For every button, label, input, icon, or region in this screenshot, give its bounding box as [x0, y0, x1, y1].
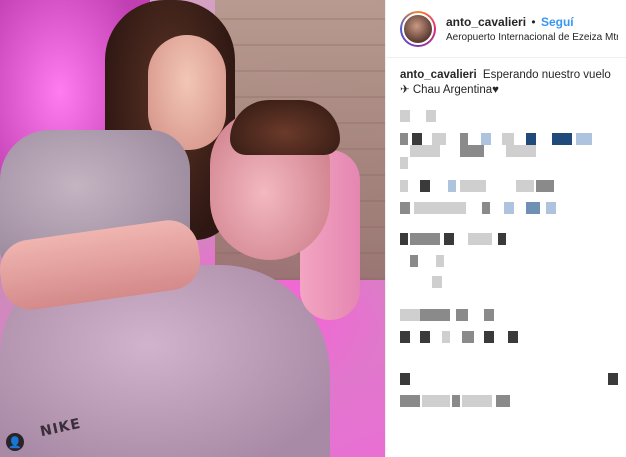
pixelated-comment	[546, 202, 556, 214]
pixelated-comment	[502, 133, 514, 145]
header-username-link[interactable]: anto_cavalieri	[446, 15, 526, 29]
pixelated-comment	[432, 133, 446, 145]
follow-button[interactable]: Seguí	[541, 15, 574, 29]
pixelated-comment	[400, 373, 410, 385]
pixelated-comment	[400, 180, 408, 192]
separator-dot: •	[531, 14, 536, 29]
post-details-panel: anto_cavalieri • Seguí Aeropuerto Intern…	[385, 0, 626, 457]
pixelated-comment	[400, 202, 410, 214]
profile-avatar[interactable]	[400, 10, 436, 47]
pixelated-comment	[482, 202, 490, 214]
post-photo[interactable]: NIKE 👤	[0, 0, 385, 457]
header-top-line: anto_cavalieri • Seguí	[446, 15, 618, 29]
pixelated-comment	[410, 145, 440, 157]
pixelated-comment	[526, 202, 540, 214]
pixelated-comment	[414, 202, 466, 214]
pixelated-comment	[452, 395, 460, 407]
pixelated-comment	[400, 331, 410, 343]
location-link[interactable]: Aeropuerto Internacional de Ezeiza Mtro …	[446, 32, 618, 43]
pixelated-comment	[412, 133, 422, 145]
pixelated-comment	[410, 255, 418, 267]
pixelated-comment	[400, 157, 408, 169]
pixelated-comment	[462, 331, 474, 343]
pixelated-comment	[468, 233, 492, 245]
pixelated-comment	[576, 133, 592, 145]
pixelated-comment	[400, 395, 420, 407]
pixelated-comment	[410, 233, 440, 245]
pixelated-comment	[526, 133, 536, 145]
pixelated-comment	[420, 331, 430, 343]
pixelated-comment	[460, 180, 486, 192]
pixelated-comment	[400, 233, 408, 245]
pixelated-comment	[552, 133, 572, 145]
user-tag-icon[interactable]: 👤	[6, 433, 24, 451]
pixelated-comment	[432, 276, 442, 288]
caption-username-link[interactable]: anto_cavalieri	[400, 69, 477, 81]
pixelated-comment	[516, 180, 534, 192]
pixelated-comment	[506, 145, 536, 157]
pixelated-comment	[426, 110, 436, 122]
post-header: anto_cavalieri • Seguí Aeropuerto Intern…	[386, 0, 626, 58]
pixelated-comment	[456, 309, 468, 321]
pixelated-comment	[608, 373, 618, 385]
avatar-image	[402, 12, 434, 45]
instagram-post: NIKE 👤 anto_cavalieri • Seguí Aeropuerto…	[0, 0, 626, 457]
pixelated-comment	[508, 331, 518, 343]
pixelated-comment	[420, 309, 450, 321]
pixelated-comment	[442, 331, 450, 343]
pixelated-comment	[400, 110, 410, 122]
pixelated-comment	[481, 133, 491, 145]
pixelated-comment	[462, 395, 492, 407]
boy-hair	[230, 100, 340, 155]
post-caption: anto_cavalieri Esperando nuestro vuelo ✈…	[386, 58, 626, 98]
pixelated-comment	[420, 180, 430, 192]
pixelated-comment	[504, 202, 514, 214]
pixelated-comment	[536, 180, 554, 192]
pixelated-comment	[498, 233, 506, 245]
header-text: anto_cavalieri • Seguí Aeropuerto Intern…	[446, 15, 618, 43]
pixelated-comment	[436, 255, 444, 267]
pixelated-comment	[496, 395, 510, 407]
pixelated-comment	[484, 309, 494, 321]
pixelated-comment	[400, 309, 420, 321]
pixelated-comment	[460, 133, 468, 145]
pixelated-comment	[400, 133, 408, 145]
pixelated-comment	[484, 331, 494, 343]
pixelated-comment	[422, 395, 450, 407]
pixelated-comment	[460, 145, 484, 157]
pixelated-comment	[444, 233, 454, 245]
pixelated-comment	[448, 180, 456, 192]
